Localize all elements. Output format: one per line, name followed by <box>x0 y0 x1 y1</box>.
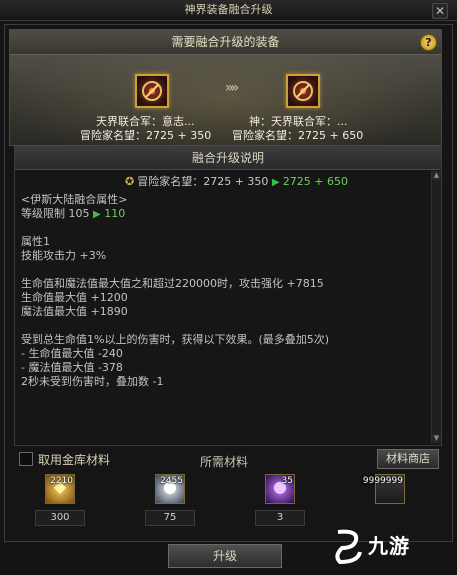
source-item-reputation: 冒险家名望：2725 + 350 <box>80 129 212 142</box>
desc-line: 2秒未受到伤害时，叠加数 -1 <box>21 375 164 388</box>
material-required: 75 <box>145 510 195 526</box>
material-required: 3 <box>255 510 305 526</box>
use-vault-checkbox[interactable] <box>19 452 33 466</box>
close-button[interactable]: ✕ <box>432 3 448 19</box>
arrow-right-icon: ▶ <box>271 177 283 188</box>
gold-crystal-icon[interactable]: ◆ 2210 <box>45 474 75 504</box>
gear-icon <box>293 81 313 101</box>
material-count: 35 <box>281 476 293 486</box>
watermark-text: 九游 <box>368 534 410 558</box>
medal-icon: ✪ <box>125 175 135 188</box>
material-count: 9999999 <box>362 476 403 486</box>
reputation-new: 2725 + 650 <box>282 175 348 188</box>
scroll-up-icon[interactable]: ▲ <box>432 171 441 180</box>
watermark-icon <box>335 529 362 565</box>
scroll-down-icon[interactable]: ▼ <box>432 434 441 443</box>
description-panel: 融合升级说明 ✪ 冒险家名望：2725 + 350 ▶ 2725 + 650 <伊… <box>14 146 442 446</box>
equipment-header-label: 需要融合升级的装备 <box>171 35 280 49</box>
target-item-reputation: 冒险家名望：2725 + 650 <box>232 129 364 142</box>
equipment-panel: 需要融合升级的装备 ? »» 天界联合军：意志... 冒险家名望：2725 + … <box>9 29 442 146</box>
use-vault-label: 取用金库材料 <box>38 453 111 467</box>
reputation-line: ✪ 冒险家名望：2725 + 350 ▶ 2725 + 650 <box>125 173 348 189</box>
desc-line: 技能攻击力 +3% <box>21 249 107 262</box>
description-header-label: 融合升级说明 <box>191 151 264 165</box>
purple-orb-icon[interactable]: ● 35 <box>265 474 295 504</box>
materials-title: 所需材料 <box>200 455 249 469</box>
window-titlebar: 神界装备融合升级 ✕ <box>0 0 457 21</box>
gold-bar-icon[interactable]: 9999999 <box>363 474 405 504</box>
level-limit-old: 等级限制 105 <box>21 207 90 220</box>
desc-line-level: 等级限制 105 ▶ 110 <box>21 205 125 221</box>
watermark-logo: 九游 <box>330 520 454 570</box>
level-limit-new: 110 <box>104 207 126 220</box>
desc-line: 魔法值最大值 +1890 <box>21 305 128 318</box>
window-title: 神界装备融合升级 <box>184 3 273 16</box>
arrow-right-icon: ▶ <box>93 209 101 220</box>
help-button[interactable]: ? <box>420 34 437 51</box>
upgrade-button[interactable]: 升级 <box>168 544 282 568</box>
material-required: 300 <box>35 510 85 526</box>
reputation-old: 冒险家名望：2725 + 350 <box>137 175 269 188</box>
white-orb-icon[interactable]: ● 2455 <box>155 474 185 504</box>
description-scrollbar[interactable]: ▲ ▼ <box>431 171 441 443</box>
material-count: 2455 <box>160 476 183 486</box>
equipment-header: 需要融合升级的装备 <box>10 30 441 55</box>
gear-icon <box>142 81 162 101</box>
material-count: 2210 <box>50 476 73 486</box>
source-item-icon[interactable] <box>135 74 169 108</box>
target-item-icon[interactable] <box>286 74 320 108</box>
material-shop-button[interactable]: 材料商店 <box>377 449 439 469</box>
description-header: 融合升级说明 <box>15 147 441 170</box>
arrow-right-icon: »» <box>225 80 239 96</box>
